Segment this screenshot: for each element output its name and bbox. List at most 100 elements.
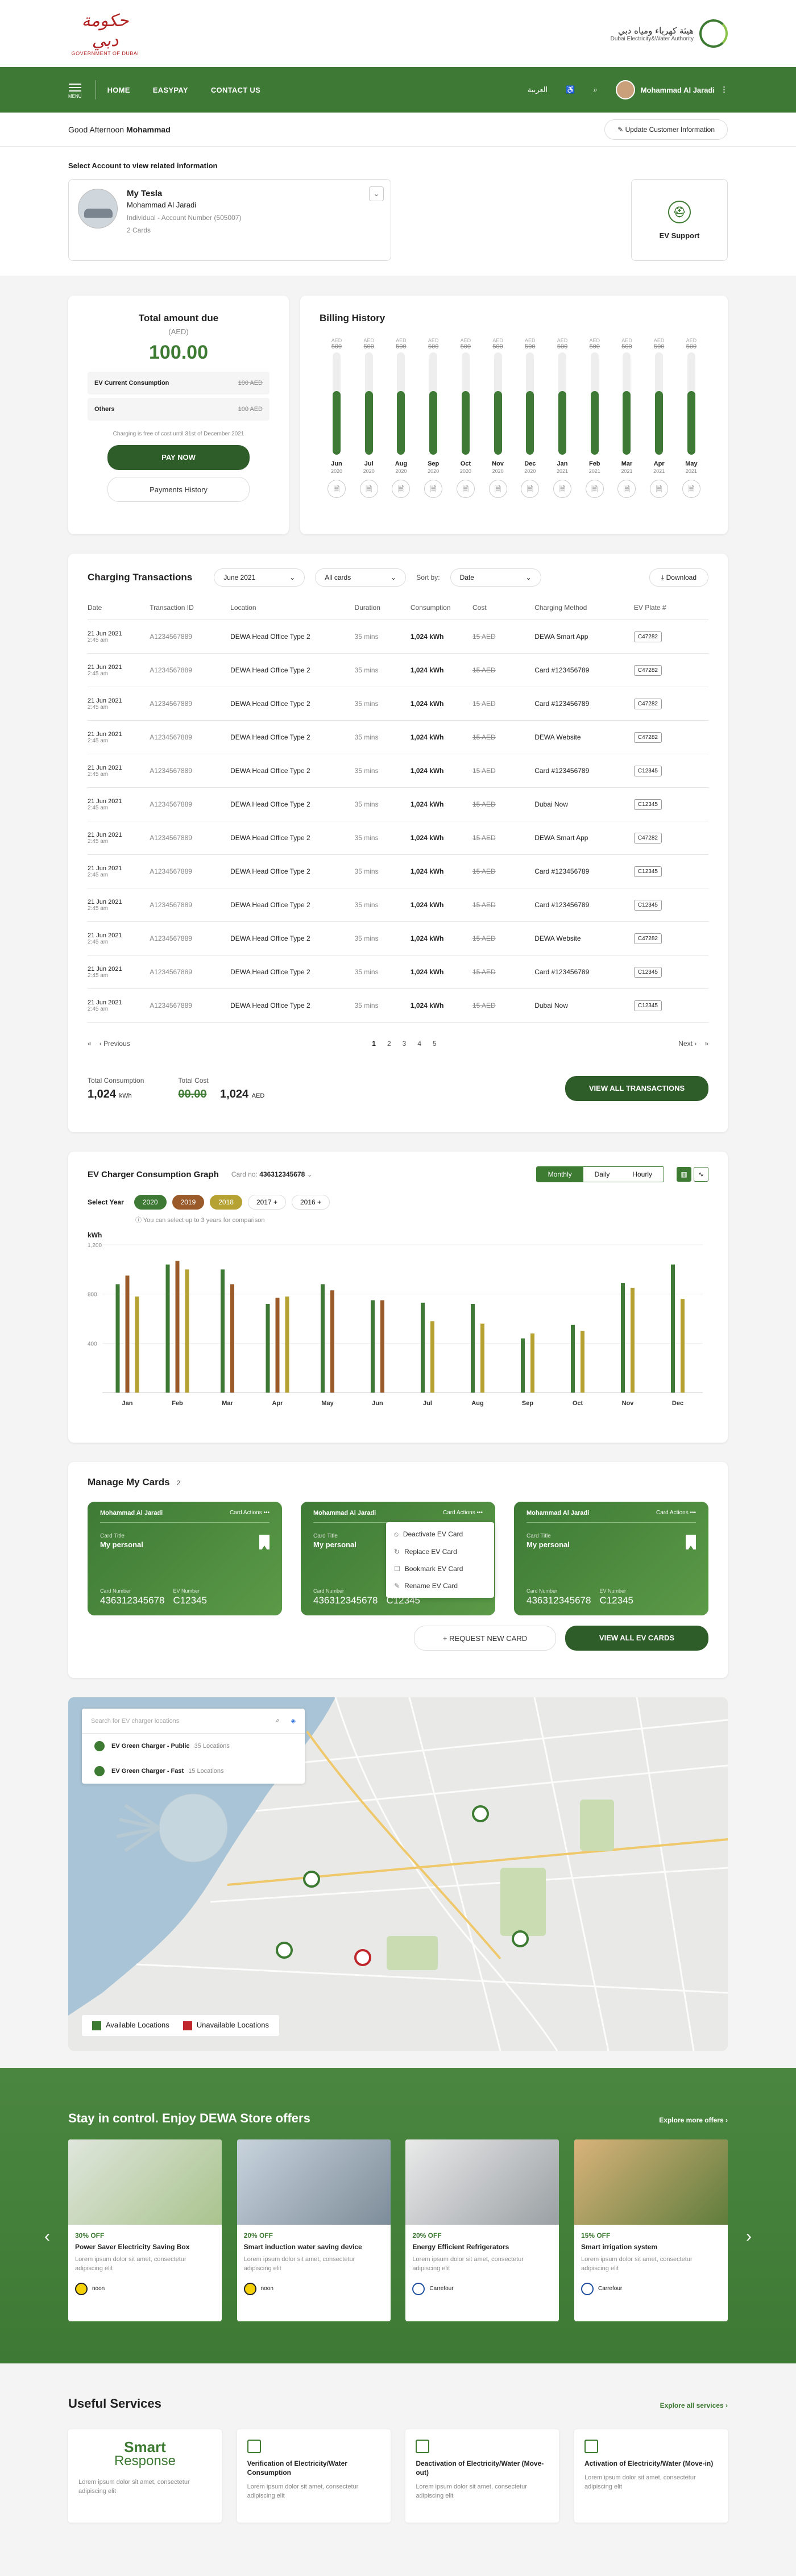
bill-document-icon[interactable]: 🗎 xyxy=(424,480,443,498)
table-row[interactable]: 21 Jun 2021 2:45 am A1234567889 DEWA Head O… xyxy=(88,754,708,788)
bill-document-icon[interactable]: 🗎 xyxy=(488,480,507,498)
table-row[interactable]: 21 Jun 2021 2:45 am A1234567889 DEWA Head O… xyxy=(88,821,708,855)
bar-track[interactable] xyxy=(494,352,502,455)
bar-chart-icon[interactable]: ▥ xyxy=(677,1167,691,1182)
carousel-prev-arrow[interactable]: ‹ xyxy=(44,2227,50,2246)
year-chip-2017[interactable]: 2017 + xyxy=(247,1195,286,1210)
view-all-ev-cards-button[interactable]: VIEW ALL EV CARDS xyxy=(565,1626,708,1651)
previous-page-button[interactable]: ‹ Previous xyxy=(100,1040,130,1048)
nav-link-contact-us[interactable]: CONTACT US xyxy=(211,86,260,94)
year-chip-2019[interactable]: 2019 xyxy=(172,1195,205,1210)
download-button[interactable]: ⤓ Download xyxy=(649,568,708,587)
toggle-hourly[interactable]: Hourly xyxy=(621,1167,664,1182)
ev-charger-map[interactable]: Search for EV charger locations ⌕ ◈ EV G… xyxy=(68,1697,728,2051)
bookmark-icon[interactable] xyxy=(686,1535,696,1550)
bill-document-icon[interactable]: 🗎 xyxy=(392,480,411,498)
page-number-2[interactable]: 2 xyxy=(387,1040,391,1048)
update-customer-info-button[interactable]: ✎ Update Customer Information xyxy=(604,119,728,140)
search-icon[interactable]: ⌕ xyxy=(276,1717,279,1725)
bar-track[interactable] xyxy=(623,352,631,455)
year-chip-2020[interactable]: 2020 xyxy=(134,1195,167,1210)
map-search-input[interactable]: Search for EV charger locations ⌕ ◈ xyxy=(82,1709,305,1734)
page-number-4[interactable]: 4 xyxy=(417,1040,421,1048)
service-activation[interactable]: Activation of Electricity/Water (Move-in… xyxy=(574,2429,728,2523)
last-page-button[interactable]: » xyxy=(704,1040,708,1048)
bar-track[interactable] xyxy=(333,352,341,455)
table-row[interactable]: 21 Jun 2021 2:45 am A1234567889 DEWA Head O… xyxy=(88,687,708,721)
next-page-button[interactable]: Next › xyxy=(678,1040,696,1048)
view-all-transactions-button[interactable]: VIEW ALL TRANSACTIONS xyxy=(565,1076,708,1101)
page-number-3[interactable]: 3 xyxy=(403,1040,407,1048)
offer-card[interactable]: 20% OFF Energy Efficient Refrigerators Lor… xyxy=(405,2139,559,2321)
table-row[interactable]: 21 Jun 2021 2:45 am A1234567889 DEWA Head O… xyxy=(88,653,708,687)
card-filter-select[interactable]: All cards ⌄ xyxy=(315,568,407,587)
table-row[interactable]: 21 Jun 2021 2:45 am A1234567889 DEWA Head O… xyxy=(88,620,708,654)
column-header[interactable]: EV Plate # xyxy=(633,604,708,620)
menu-item-rename-ev-card[interactable]: ✎ Rename EV Card xyxy=(386,1577,494,1594)
account-card[interactable]: My Tesla Mohammad Al Jaradi Individual -… xyxy=(68,179,391,261)
government-of-dubai-logo[interactable]: حكومة دبي GOVERNMENT OF DUBAI xyxy=(68,11,142,56)
bill-document-icon[interactable]: 🗎 xyxy=(359,480,378,498)
menu-button[interactable]: MENU xyxy=(68,81,82,99)
bill-document-icon[interactable]: 🗎 xyxy=(617,480,636,498)
explore-services-link[interactable]: Explore all services › xyxy=(660,2402,728,2409)
sort-select[interactable]: Date ⌄ xyxy=(450,568,541,587)
offer-card[interactable]: 15% OFF Smart irrigation system Lorem ipsu… xyxy=(574,2139,728,2321)
bar-track[interactable] xyxy=(590,352,599,455)
offer-card[interactable]: 20% OFF Smart induction water saving devi… xyxy=(237,2139,391,2321)
bill-document-icon[interactable]: 🗎 xyxy=(456,480,475,498)
card-number-select[interactable]: Card no: 436312345678 ⌄ xyxy=(231,1170,313,1178)
toggle-daily[interactable]: Daily xyxy=(583,1167,621,1182)
bill-document-icon[interactable]: 🗎 xyxy=(521,480,540,498)
dewa-logo[interactable]: هيئة كهرباء ومياه دبي Dubai Electricity&… xyxy=(611,19,728,48)
bar-track[interactable] xyxy=(655,352,664,455)
month-filter-select[interactable]: June 2021 ⌄ xyxy=(214,568,305,587)
table-row[interactable]: 21 Jun 2021 2:45 am A1234567889 DEWA Head O… xyxy=(88,988,708,1023)
charger-type-public[interactable]: EV Green Charger - Public 35 Locations xyxy=(82,1734,305,1759)
language-switch[interactable]: العربية xyxy=(528,85,548,94)
table-row[interactable]: 21 Jun 2021 2:45 am A1234567889 DEWA Head O… xyxy=(88,955,708,989)
pay-now-button[interactable]: PAY NOW xyxy=(107,445,250,470)
table-row[interactable]: 21 Jun 2021 2:45 am A1234567889 DEWA Head O… xyxy=(88,888,708,922)
table-row[interactable]: 21 Jun 2021 2:45 am A1234567889 DEWA Head O… xyxy=(88,787,708,821)
ev-support-button[interactable]: ⛑ EV Support xyxy=(631,179,728,261)
request-new-card-button[interactable]: + REQUEST NEW CARD xyxy=(414,1626,556,1651)
nav-link-home[interactable]: HOME xyxy=(107,86,130,94)
menu-item-replace-ev-card[interactable]: ↻ Replace EV Card xyxy=(386,1543,494,1560)
page-number-1[interactable]: 1 xyxy=(372,1040,376,1048)
year-chip-2018[interactable]: 2018 xyxy=(210,1195,242,1210)
ev-card[interactable]: Mohammad Al Jaradi Card Actions ••• Card T… xyxy=(514,1502,708,1615)
ev-card[interactable]: Mohammad Al Jaradi Card Actions ••• Card T… xyxy=(88,1502,282,1615)
carousel-next-arrow[interactable]: › xyxy=(746,2227,752,2246)
locate-me-icon[interactable]: ◈ xyxy=(291,1717,296,1725)
year-chip-2016[interactable]: 2016 + xyxy=(292,1195,330,1210)
card-actions-button[interactable]: Card Actions ••• xyxy=(443,1510,483,1516)
bar-track[interactable] xyxy=(397,352,405,455)
page-number-5[interactable]: 5 xyxy=(433,1040,437,1048)
payments-history-button[interactable]: Payments History xyxy=(107,477,250,502)
first-page-button[interactable]: « xyxy=(88,1040,92,1048)
table-row[interactable]: 21 Jun 2021 2:45 am A1234567889 DEWA Head O… xyxy=(88,854,708,888)
card-actions-button[interactable]: Card Actions ••• xyxy=(230,1510,270,1516)
bill-document-icon[interactable]: 🗎 xyxy=(553,480,572,498)
service-verification[interactable]: Verification of Electricity/Water Consum… xyxy=(237,2429,391,2523)
bookmark-icon[interactable] xyxy=(259,1535,270,1550)
card-actions-button[interactable]: Card Actions ••• xyxy=(656,1510,696,1516)
bill-document-icon[interactable]: 🗎 xyxy=(650,480,669,498)
toggle-monthly[interactable]: Monthly xyxy=(536,1167,583,1182)
chevron-down-icon[interactable]: ⌄ xyxy=(369,186,384,201)
menu-item-bookmark-ev-card[interactable]: ☐ Bookmark EV Card xyxy=(386,1560,494,1577)
bar-track[interactable] xyxy=(558,352,567,455)
nav-link-easypay[interactable]: EASYPAY xyxy=(153,86,188,94)
bill-document-icon[interactable]: 🗎 xyxy=(682,480,700,498)
bar-track[interactable] xyxy=(461,352,470,455)
search-icon[interactable]: ⌕ xyxy=(593,85,597,94)
menu-item-deactivate-ev-card[interactable]: ⦸ Deactivate EV Card xyxy=(386,1526,494,1543)
user-menu[interactable]: Mohammad Al Jaradi ⋮ xyxy=(615,80,728,99)
table-row[interactable]: 21 Jun 2021 2:45 am A1234567889 DEWA Head O… xyxy=(88,921,708,955)
bar-track[interactable] xyxy=(429,352,438,455)
bar-track[interactable] xyxy=(364,352,373,455)
line-chart-icon[interactable]: ∿ xyxy=(694,1167,708,1182)
bill-document-icon[interactable]: 🗎 xyxy=(327,480,346,498)
offer-card[interactable]: 30% OFF Power Saver Electricity Saving Bo… xyxy=(68,2139,222,2321)
